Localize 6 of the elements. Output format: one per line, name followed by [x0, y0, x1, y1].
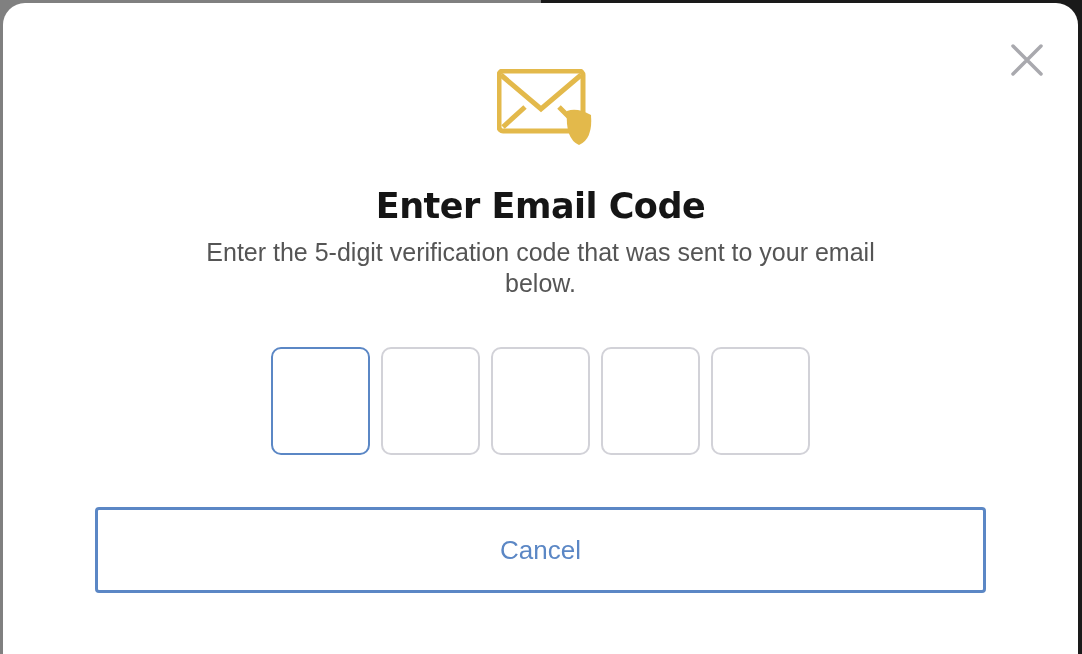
instruction-text: Enter the 5-digit verification code that was sent to your email below. [205, 237, 876, 299]
dialog-title: Enter Email Code [374, 185, 707, 227]
cancel-button[interactable]: Cancel [95, 507, 986, 593]
envelope-shield-icon [497, 69, 593, 147]
close-icon[interactable] [1010, 43, 1044, 77]
code-digit-field[interactable] [271, 347, 370, 455]
